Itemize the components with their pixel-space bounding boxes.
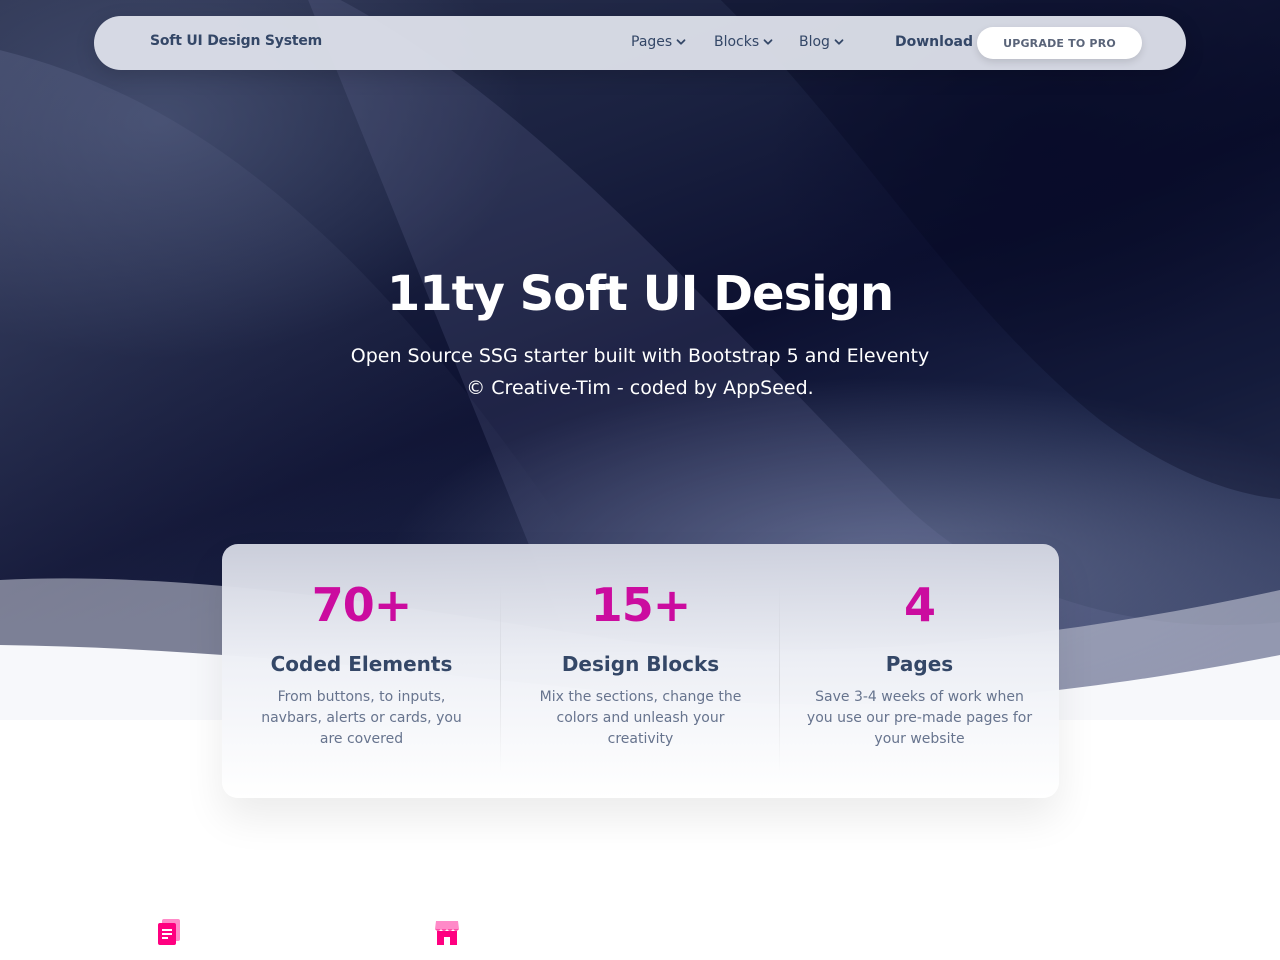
brand-link[interactable]: Soft UI Design System (150, 33, 322, 49)
stat-number: 4 (903, 578, 936, 632)
stat-label: Coded Elements (270, 652, 453, 676)
stat-design-blocks: 15+ Design Blocks Mix the sections, chan… (501, 544, 780, 798)
chevron-down-icon (676, 39, 686, 45)
shop-icon (435, 921, 459, 945)
stat-label: Pages (885, 652, 954, 676)
nav-item-label: Blocks (714, 34, 760, 50)
nav-item-pages[interactable]: Pages (631, 34, 686, 50)
nav-item-blog[interactable]: Blog (799, 34, 844, 50)
chevron-down-icon (763, 39, 773, 45)
hero-subtitle-line-1: Open Source SSG starter built with Boots… (350, 345, 930, 367)
nav-item-label: Blog (799, 34, 830, 50)
hero-subtitle-line-2: © Creative-Tim - coded by AppSeed. (466, 377, 814, 399)
navbar: Soft UI Design System Pages Blocks Blog … (94, 16, 1186, 70)
download-link[interactable]: Download (895, 34, 973, 50)
chevron-down-icon (834, 39, 844, 45)
stats-card: 70+ Coded Elements From buttons, to inpu… (222, 544, 1059, 798)
document-icon (158, 919, 180, 945)
upgrade-to-pro-button[interactable]: UPGRADE TO PRO (977, 27, 1142, 59)
stat-pages: 4 Pages Save 3-4 weeks of work when you … (780, 544, 1059, 798)
nav-item-label: Pages (631, 34, 673, 50)
stat-description: From buttons, to inputs, navbars, alerts… (261, 689, 462, 747)
hero-title: 11ty Soft UI Design (386, 266, 894, 322)
stat-label: Design Blocks (561, 652, 720, 676)
stat-description: Save 3-4 weeks of work when you use our … (806, 689, 1033, 747)
stat-coded-elements: 70+ Coded Elements From buttons, to inpu… (222, 544, 501, 798)
stat-description: Mix the sections, change the colors and … (539, 689, 742, 747)
stat-number: 70+ (311, 578, 413, 632)
nav-item-blocks[interactable]: Blocks (714, 34, 773, 50)
stat-number: 15+ (590, 578, 692, 632)
